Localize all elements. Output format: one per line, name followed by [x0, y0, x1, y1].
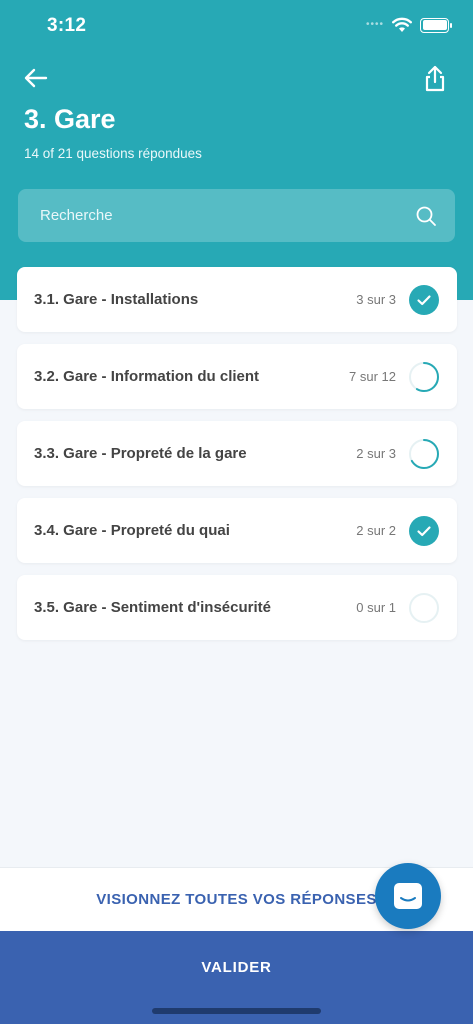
search-box[interactable]: [18, 189, 455, 242]
list-item-count: 3 sur 3: [356, 292, 396, 307]
progress-ring-icon: [409, 592, 439, 623]
progress-ring-icon: [409, 361, 439, 392]
home-indicator: [152, 1008, 321, 1014]
chat-button[interactable]: [375, 863, 441, 929]
chat-icon: [394, 883, 422, 909]
status-bar: 3:12 ••••: [0, 0, 473, 54]
share-icon[interactable]: [421, 64, 449, 94]
status-time: 3:12: [47, 15, 87, 36]
complete-circle: [409, 284, 439, 315]
complete-circle: [409, 515, 439, 546]
view-all-answers-label: VISIONNEZ TOUTES VOS RÉPONSES: [96, 891, 377, 908]
question-list: 3.1. Gare - Installations 3 sur 3 3.2. G…: [17, 267, 457, 652]
arrow-left-icon[interactable]: [22, 64, 50, 92]
wifi-icon: [392, 17, 412, 32]
validate-label: VALIDER: [201, 959, 272, 976]
search-input[interactable]: [40, 207, 415, 224]
ring-track: [409, 592, 439, 623]
list-item-title: 3.1. Gare - Installations: [34, 291, 199, 308]
list-item-count: 2 sur 2: [356, 523, 396, 538]
list-item-count: 7 sur 12: [349, 369, 396, 384]
page-title: 3. Gare: [24, 104, 116, 134]
list-item[interactable]: 3.3. Gare - Propreté de la gare 2 sur 3: [17, 421, 457, 486]
list-item-title: 3.2. Gare - Information du client: [34, 368, 260, 385]
progress-ring-icon: [409, 438, 439, 469]
list-item[interactable]: 3.4. Gare - Propreté du quai 2 sur 2: [17, 498, 457, 563]
list-item[interactable]: 3.5. Gare - Sentiment d'insécurité 0 sur…: [17, 575, 457, 640]
list-item[interactable]: 3.1. Gare - Installations 3 sur 3: [17, 267, 457, 332]
list-item-count: 2 sur 3: [356, 446, 396, 461]
complete-check-icon: [409, 515, 439, 546]
status-icons: ••••: [365, 16, 452, 34]
list-item-title: 3.4. Gare - Propreté du quai: [34, 522, 230, 539]
signal-icon: ••••: [365, 19, 384, 30]
complete-check-icon: [409, 284, 439, 315]
list-item-title: 3.5. Gare - Sentiment d'insécurité: [34, 599, 271, 616]
list-item-title: 3.3. Gare - Propreté de la gare: [34, 445, 247, 462]
list-item[interactable]: 3.2. Gare - Information du client 7 sur …: [17, 344, 457, 409]
battery-icon: [420, 17, 452, 33]
search-icon[interactable]: [415, 205, 437, 227]
page-subtitle: 14 of 21 questions répondues: [24, 146, 202, 161]
list-item-count: 0 sur 1: [356, 600, 396, 615]
